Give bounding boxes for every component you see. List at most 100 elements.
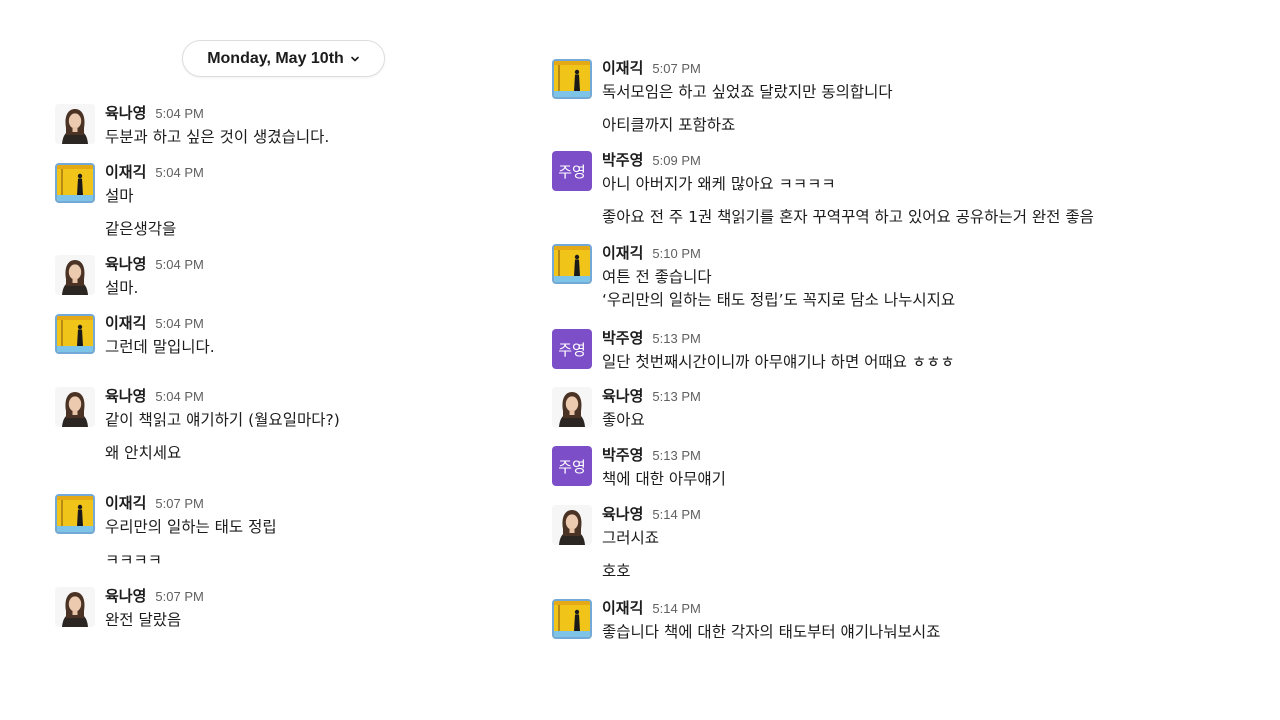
message: 주영 박주영 5:13 PM 일단 첫번째시간이니까 아무얘기나 하면 어때요 ㅎㅎㅎ <box>552 327 955 374</box>
author-name[interactable]: 박주영 <box>602 444 643 465</box>
message-header: 이재긱 5:07 PM <box>105 492 277 516</box>
user-avatar[interactable] <box>552 244 592 284</box>
user-avatar[interactable] <box>552 387 592 427</box>
message-text: 설마. <box>105 279 139 297</box>
message: 이재긱 5:04 PM 그런데 말입니다. <box>55 312 215 359</box>
message-header: 박주영 5:09 PM <box>602 149 1094 173</box>
message-text: 일단 첫번째시간이니까 아무얘기나 하면 어때요 ㅎㅎㅎ <box>602 353 955 371</box>
message: 육나영 5:04 PM 같이 책읽고 얘기하기 (월요일마다?) 왜 안치세요 <box>55 385 340 465</box>
user-avatar[interactable] <box>55 494 95 534</box>
author-name[interactable]: 육나영 <box>602 503 643 524</box>
message-text: 우리만의 일하는 태도 정립 <box>105 518 277 536</box>
author-name[interactable]: 박주영 <box>602 149 643 170</box>
author-name[interactable]: 육나영 <box>105 585 146 606</box>
message-header: 이재긱 5:07 PM <box>602 57 893 81</box>
message-text: 좋습니다 책에 대한 각자의 태도부터 얘기나눠보시죠 <box>602 623 941 641</box>
message: 육나영 5:13 PM 좋아요 <box>552 385 701 432</box>
date-divider-button[interactable]: Monday, May 10th <box>182 40 385 77</box>
message-header: 육나영 5:14 PM <box>602 503 701 527</box>
date-divider-label: Monday, May 10th <box>207 49 344 67</box>
message-header: 육나영 5:13 PM <box>602 385 701 409</box>
author-name[interactable]: 이재긱 <box>105 312 146 333</box>
message-header: 육나영 5:04 PM <box>105 253 204 277</box>
user-avatar[interactable] <box>552 505 592 545</box>
message: 주영 박주영 5:09 PM 아니 아버지가 왜케 많아요 ㅋㅋㅋㅋ 좋아요 전 주 1… <box>552 149 1094 229</box>
message-text: ‘우리만의 일하는 태도 정립’도 꼭지로 담소 나누시지요 <box>602 291 956 309</box>
message-text: 같이 책읽고 얘기하기 (월요일마다?) <box>105 411 340 429</box>
message-timestamp[interactable]: 5:13 PM <box>652 331 700 346</box>
message-header: 육나영 5:07 PM <box>105 585 204 609</box>
message-timestamp[interactable]: 5:04 PM <box>155 316 203 331</box>
message-text: 같은생각을 <box>105 220 177 238</box>
message-timestamp[interactable]: 5:04 PM <box>155 165 203 180</box>
message-text: 독서모임은 하고 싶었죠 달랐지만 동의합니다 <box>602 83 893 101</box>
message-header: 이재긱 5:10 PM <box>602 242 955 266</box>
message-text: 호호 <box>602 562 631 580</box>
user-avatar[interactable] <box>55 163 95 203</box>
message-timestamp[interactable]: 5:13 PM <box>652 448 700 463</box>
message-timestamp[interactable]: 5:09 PM <box>652 153 700 168</box>
user-avatar[interactable]: 주영 <box>552 151 592 191</box>
message-timestamp[interactable]: 5:04 PM <box>155 257 203 272</box>
message-text: 완전 달랐음 <box>105 611 182 629</box>
author-name[interactable]: 이재긱 <box>602 57 643 78</box>
message-timestamp[interactable]: 5:10 PM <box>652 246 700 261</box>
message-timestamp[interactable]: 5:04 PM <box>155 389 203 404</box>
message-text: 좋아요 <box>602 411 645 429</box>
author-name[interactable]: 육나영 <box>105 385 146 406</box>
author-name[interactable]: 이재긱 <box>105 492 146 513</box>
message-text: 왜 안치세요 <box>105 444 182 462</box>
message-timestamp[interactable]: 5:14 PM <box>652 601 700 616</box>
author-name[interactable]: 이재긱 <box>105 161 146 182</box>
author-name[interactable]: 박주영 <box>602 327 643 348</box>
message-timestamp[interactable]: 5:07 PM <box>155 589 203 604</box>
chevron-down-icon <box>351 56 359 61</box>
user-avatar[interactable] <box>552 599 592 639</box>
message-header: 육나영 5:04 PM <box>105 385 340 409</box>
user-avatar[interactable] <box>55 314 95 354</box>
message-text: 좋아요 전 주 1권 책읽기를 혼자 꾸역꾸역 하고 있어요 공유하는거 완전 … <box>602 208 1094 226</box>
message: 이재긱 5:14 PM 좋습니다 책에 대한 각자의 태도부터 얘기나눠보시죠 <box>552 597 940 644</box>
author-name[interactable]: 육나영 <box>105 253 146 274</box>
author-name[interactable]: 육나영 <box>105 102 146 123</box>
user-avatar[interactable] <box>55 387 95 427</box>
user-avatar[interactable] <box>55 587 95 627</box>
author-name[interactable]: 이재긱 <box>602 242 643 263</box>
message-timestamp[interactable]: 5:04 PM <box>155 106 203 121</box>
message-text: 여튼 전 좋습니다 <box>602 268 712 286</box>
message-text: 아니 아버지가 왜케 많아요 ㅋㅋㅋㅋ <box>602 175 836 193</box>
author-name[interactable]: 이재긱 <box>602 597 643 618</box>
message: 육나영 5:07 PM 완전 달랐음 <box>55 585 204 632</box>
message-header: 이재긱 5:04 PM <box>105 312 215 336</box>
user-avatar[interactable]: 주영 <box>552 446 592 486</box>
message: 육나영 5:04 PM 설마. <box>55 253 204 300</box>
message-text: 두분과 하고 싶은 것이 생겼습니다. <box>105 128 330 146</box>
user-avatar[interactable] <box>552 59 592 99</box>
message-timestamp[interactable]: 5:07 PM <box>155 496 203 511</box>
message-header: 박주영 5:13 PM <box>602 444 726 468</box>
message-text: 책에 대한 아무얘기 <box>602 470 726 488</box>
user-avatar[interactable] <box>55 255 95 295</box>
message-text: ㅋㅋㅋㅋ <box>105 551 163 569</box>
message-header: 이재긱 5:14 PM <box>602 597 940 621</box>
message: 이재긱 5:07 PM 독서모임은 하고 싶었죠 달랐지만 동의합니다아티클까지 포… <box>552 57 893 137</box>
message-header: 이재긱 5:04 PM <box>105 161 204 185</box>
message: 이재긱 5:07 PM 우리만의 일하는 태도 정립 ㅋㅋㅋㅋ <box>55 492 277 572</box>
user-avatar[interactable]: 주영 <box>552 329 592 369</box>
user-avatar[interactable] <box>55 104 95 144</box>
message-timestamp[interactable]: 5:07 PM <box>652 61 700 76</box>
message: 육나영 5:14 PM 그러시죠호호 <box>552 503 701 583</box>
message-text: 그런데 말입니다. <box>105 338 215 356</box>
message: 이재긱 5:04 PM 설마같은생각을 <box>55 161 204 241</box>
message-header: 육나영 5:04 PM <box>105 102 329 126</box>
message-header: 박주영 5:13 PM <box>602 327 955 351</box>
message: 이재긱 5:10 PM 여튼 전 좋습니다 ‘우리만의 일하는 태도 정립’도 꼭지로… <box>552 242 955 312</box>
message: 육나영 5:04 PM 두분과 하고 싶은 것이 생겼습니다. <box>55 102 329 149</box>
message-timestamp[interactable]: 5:14 PM <box>652 507 700 522</box>
message-text: 아티클까지 포함하죠 <box>602 116 736 134</box>
message: 주영 박주영 5:13 PM 책에 대한 아무얘기 <box>552 444 726 491</box>
message-text: 설마 <box>105 187 134 205</box>
message-timestamp[interactable]: 5:13 PM <box>652 389 700 404</box>
message-text: 그러시죠 <box>602 529 660 547</box>
author-name[interactable]: 육나영 <box>602 385 643 406</box>
